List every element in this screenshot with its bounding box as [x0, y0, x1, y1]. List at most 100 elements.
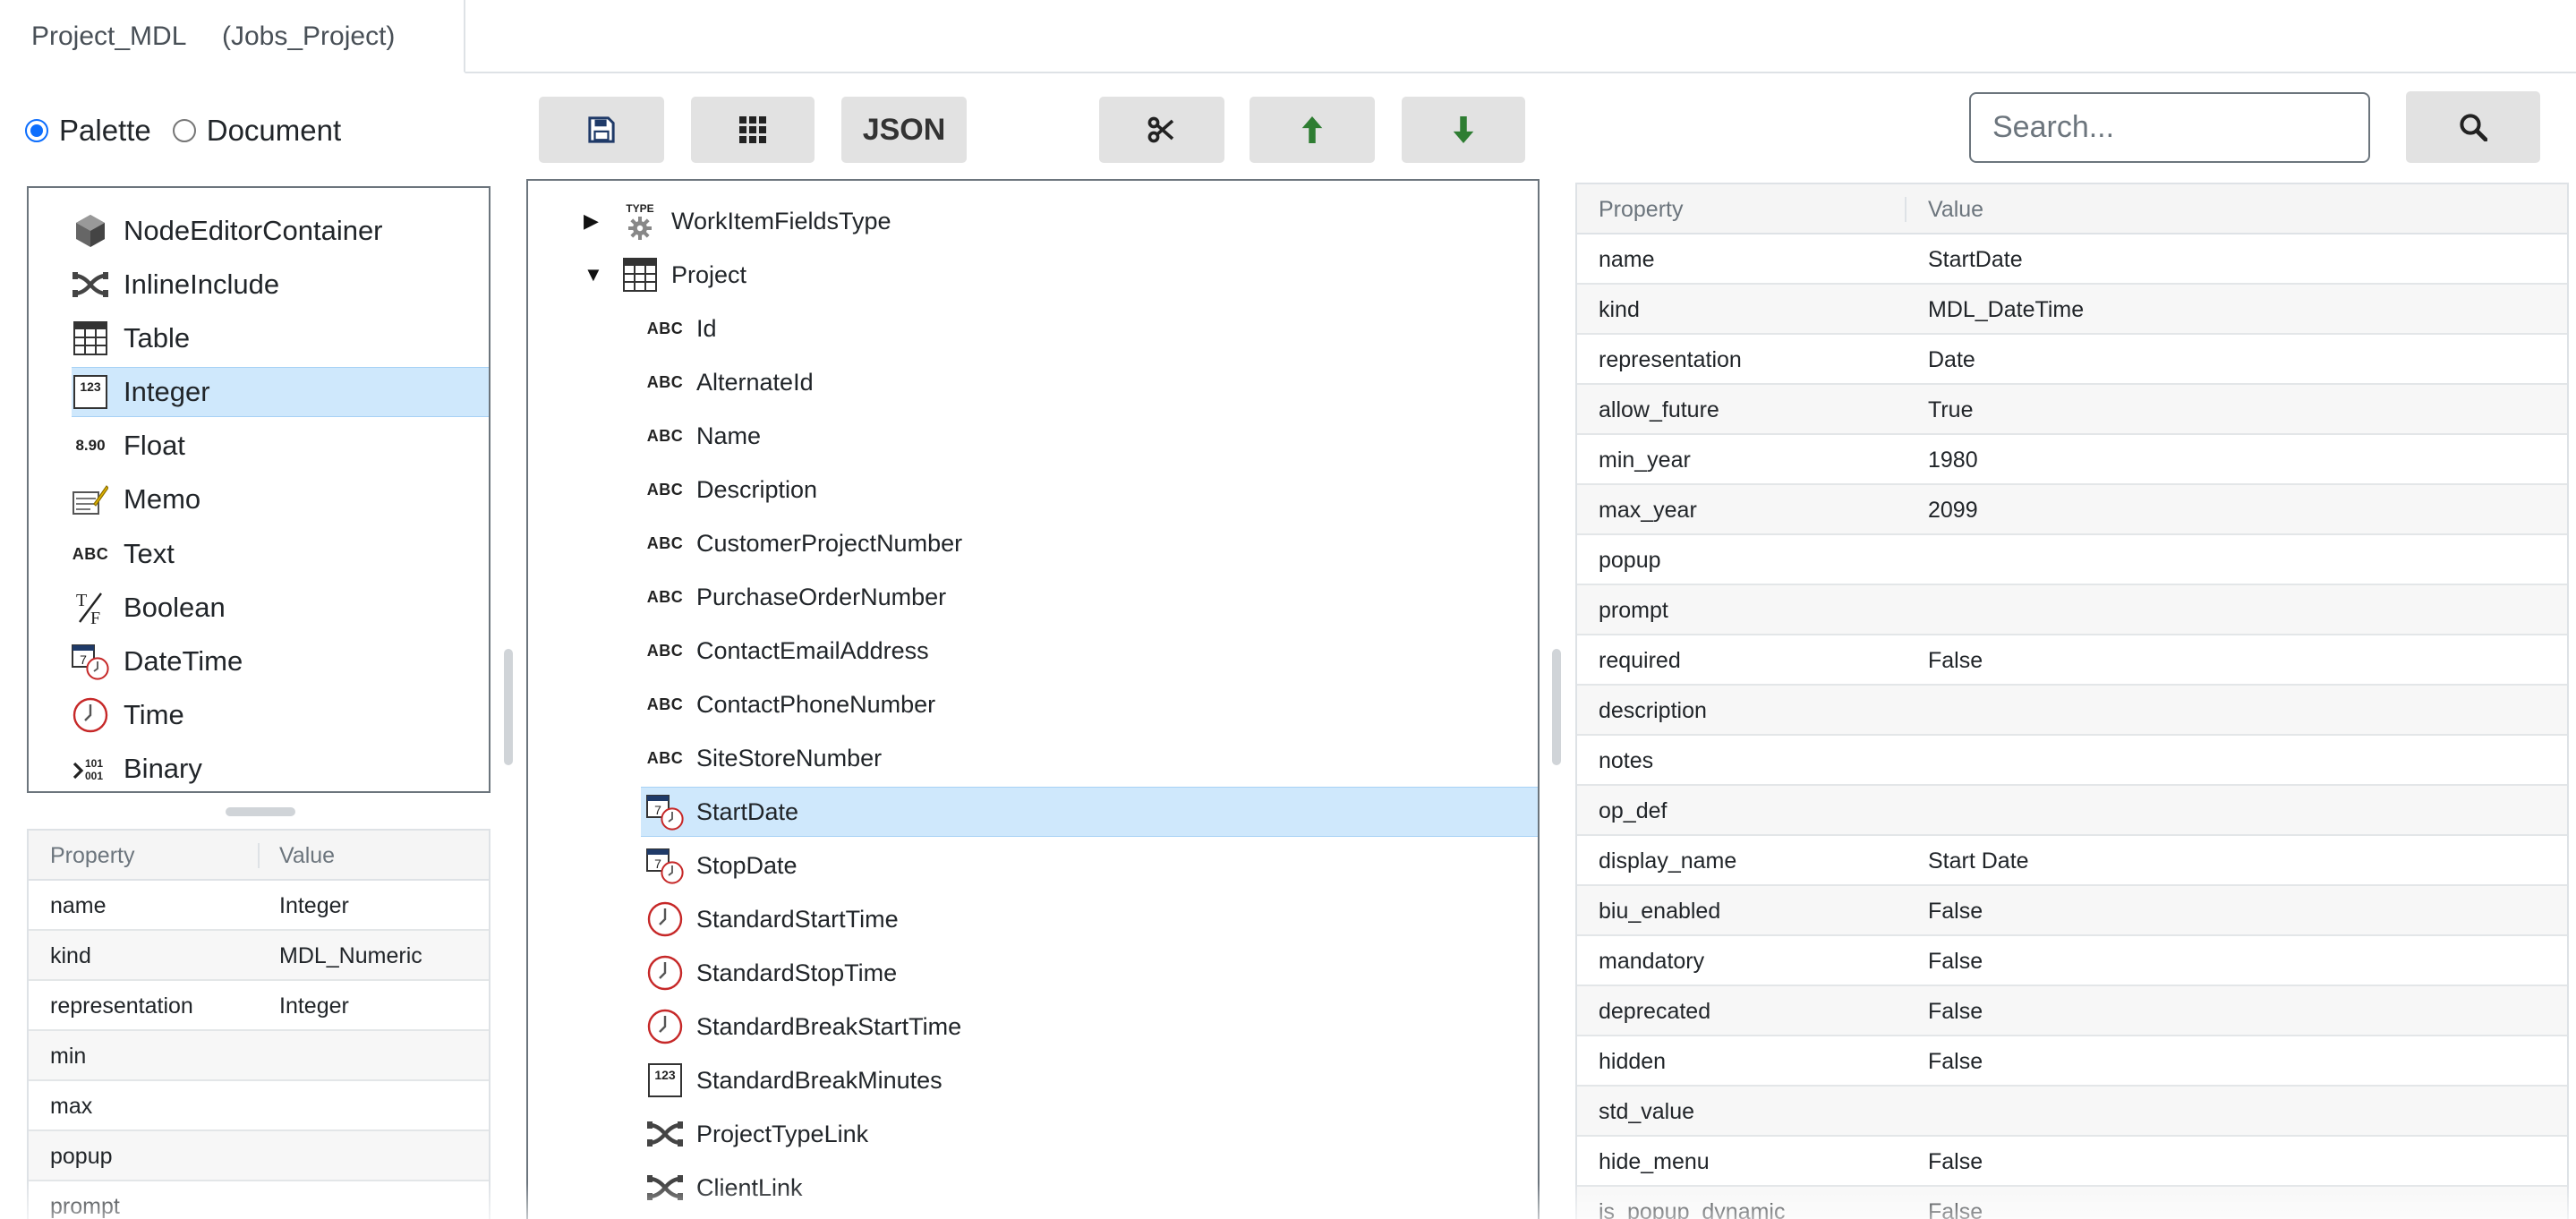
tree-node-contactphonenumber[interactable]: ABC ContactPhoneNumber	[646, 679, 935, 729]
table-row[interactable]: name StartDate	[1577, 234, 2567, 285]
property-value[interactable]: False	[1928, 999, 1983, 1025]
table-row[interactable]: representation Date	[1577, 335, 2567, 385]
table-row[interactable]: max_year 2099	[1577, 485, 2567, 535]
table-row[interactable]: std_value	[1577, 1087, 2567, 1137]
tree-node-label: Description	[696, 475, 818, 503]
table-row[interactable]: prompt	[1577, 585, 2567, 635]
tab-project-mdl[interactable]: Project_MDL (Jobs_Project)	[0, 0, 465, 73]
property-value[interactable]: Date	[1928, 347, 1975, 373]
tree-node-description[interactable]: ABC Description	[646, 465, 817, 515]
table-row[interactable]: popup	[1577, 535, 2567, 585]
palette-item-inlineinclude[interactable]: InlineInclude	[72, 260, 279, 310]
property-value[interactable]: MDL_DateTime	[1928, 297, 2084, 323]
palette-item-boolean[interactable]: TF Boolean	[72, 583, 226, 633]
save-button[interactable]	[539, 97, 664, 163]
property-value[interactable]: 2099	[1928, 498, 1978, 524]
palette-item-memo[interactable]: Memo	[72, 474, 200, 524]
palette-vertical-splitter[interactable]	[504, 649, 513, 765]
table-row[interactable]: notes	[1577, 736, 2567, 786]
table-row[interactable]: min_year 1980	[1577, 435, 2567, 485]
palette-item-label: Text	[124, 538, 175, 569]
tree-node-workitemfieldstype[interactable]: ▶ TYPE WorkItemFieldsType	[584, 196, 891, 246]
tree-node-alternateid[interactable]: ABC AlternateId	[646, 357, 814, 407]
text-icon: ABC	[646, 533, 684, 552]
property-value[interactable]: False	[1928, 1149, 1983, 1175]
tree-node-sitestorenumber[interactable]: ABC SiteStoreNumber	[646, 733, 882, 783]
table-row[interactable]: popup	[29, 1131, 489, 1181]
search-input[interactable]	[1969, 92, 2370, 163]
tree-node-purchaseordernumber[interactable]: ABC PurchaseOrderNumber	[646, 572, 946, 622]
property-value[interactable]: True	[1928, 397, 1973, 423]
table-row[interactable]: biu_enabled False	[1577, 886, 2567, 936]
tree-node-clientlink[interactable]: ClientLink	[646, 1163, 803, 1213]
table-row[interactable]: deprecated False	[1577, 986, 2567, 1036]
table-row[interactable]: hide_menu False	[1577, 1137, 2567, 1187]
palette-item-nodeeditorcontainer[interactable]: NodeEditorContainer	[72, 206, 383, 256]
property-name: name	[50, 893, 107, 918]
table-row[interactable]: allow_future True	[1577, 385, 2567, 435]
cut-button[interactable]	[1099, 97, 1224, 163]
table-row[interactable]: name Integer	[29, 881, 489, 931]
property-value[interactable]: Integer	[279, 893, 349, 919]
table-row[interactable]: min	[29, 1031, 489, 1081]
table-row[interactable]: representation Integer	[29, 981, 489, 1031]
palette-item-integer[interactable]: 123 Integer	[72, 367, 489, 417]
table-row[interactable]: hidden False	[1577, 1036, 2567, 1087]
grid-view-button[interactable]	[691, 97, 815, 163]
json-button[interactable]: JSON	[841, 97, 967, 163]
palette-item-table[interactable]: Table	[72, 313, 190, 363]
palette-radio-dot[interactable]	[25, 119, 48, 142]
property-value[interactable]: 1980	[1928, 448, 1978, 473]
document-radio-dot[interactable]	[172, 119, 196, 142]
palette-item-time[interactable]: Time	[72, 690, 184, 740]
tree-node-standardbreakstarttime[interactable]: StandardBreakStartTime	[646, 1002, 961, 1052]
table-row[interactable]: kind MDL_DateTime	[1577, 285, 2567, 335]
table-row[interactable]: kind MDL_Numeric	[29, 931, 489, 981]
palette-item-datetime[interactable]: 7 DateTime	[72, 636, 243, 686]
table-row[interactable]: prompt	[29, 1181, 489, 1219]
document-radio[interactable]: Document	[172, 114, 341, 148]
move-down-button[interactable]	[1402, 97, 1525, 163]
table-row[interactable]: is_popup_dynamic False	[1577, 1187, 2567, 1219]
tree-node-projecttypelink[interactable]: ProjectTypeLink	[646, 1109, 868, 1159]
table-row[interactable]: required False	[1577, 635, 2567, 686]
property-value[interactable]: MDL_Numeric	[279, 943, 422, 969]
property-value[interactable]: False	[1928, 949, 1983, 975]
tree-node-startdate[interactable]: 7 StartDate	[641, 787, 1538, 837]
svg-text:7: 7	[654, 803, 661, 817]
property-value[interactable]: Start Date	[1928, 848, 2029, 874]
tree-node-project[interactable]: ▼ Project	[584, 250, 746, 300]
tree-node-name[interactable]: ABC Name	[646, 411, 761, 461]
tree-node-standardbreakminutes[interactable]: 123 StandardBreakMinutes	[646, 1055, 943, 1105]
tree-vertical-splitter[interactable]	[1552, 649, 1561, 765]
property-value[interactable]: False	[1928, 899, 1983, 925]
link-icon	[646, 1115, 684, 1153]
move-up-button[interactable]	[1250, 97, 1375, 163]
search-button[interactable]	[2406, 91, 2540, 163]
palette-radio[interactable]: Palette	[25, 114, 151, 148]
palette-item-text[interactable]: ABC Text	[72, 529, 175, 579]
text-icon: ABC	[646, 587, 684, 606]
property-value[interactable]: StartDate	[1928, 247, 2023, 273]
tree-node-stopdate[interactable]: 7 StopDate	[646, 840, 798, 891]
palette-item-binary[interactable]: 101 001 Binary	[72, 744, 202, 791]
property-value[interactable]: Integer	[279, 993, 349, 1019]
palette-item-float[interactable]: 8.90 Float	[72, 421, 184, 471]
palette-horizontal-splitter[interactable]	[226, 807, 295, 816]
tree-node-id[interactable]: ABC Id	[646, 303, 717, 354]
table-row[interactable]: op_def	[1577, 786, 2567, 836]
table-row[interactable]: display_name Start Date	[1577, 836, 2567, 886]
property-value[interactable]: False	[1928, 1199, 1983, 1219]
property-value[interactable]: False	[1928, 1049, 1983, 1075]
tree-node-standardstoptime[interactable]: StandardStopTime	[646, 948, 897, 998]
tree-node-customerprojectnumber[interactable]: ABC CustomerProjectNumber	[646, 518, 962, 568]
cube-icon	[72, 212, 109, 250]
expand-arrow-icon[interactable]: ▶	[584, 209, 603, 233]
tree-node-standardstarttime[interactable]: StandardStartTime	[646, 894, 899, 944]
table-row[interactable]: max	[29, 1081, 489, 1131]
table-row[interactable]: mandatory False	[1577, 936, 2567, 986]
property-value[interactable]: False	[1928, 648, 1983, 674]
tree-node-contactemailaddress[interactable]: ABC ContactEmailAddress	[646, 626, 929, 676]
table-row[interactable]: description	[1577, 686, 2567, 736]
collapse-arrow-icon[interactable]: ▼	[584, 263, 603, 286]
